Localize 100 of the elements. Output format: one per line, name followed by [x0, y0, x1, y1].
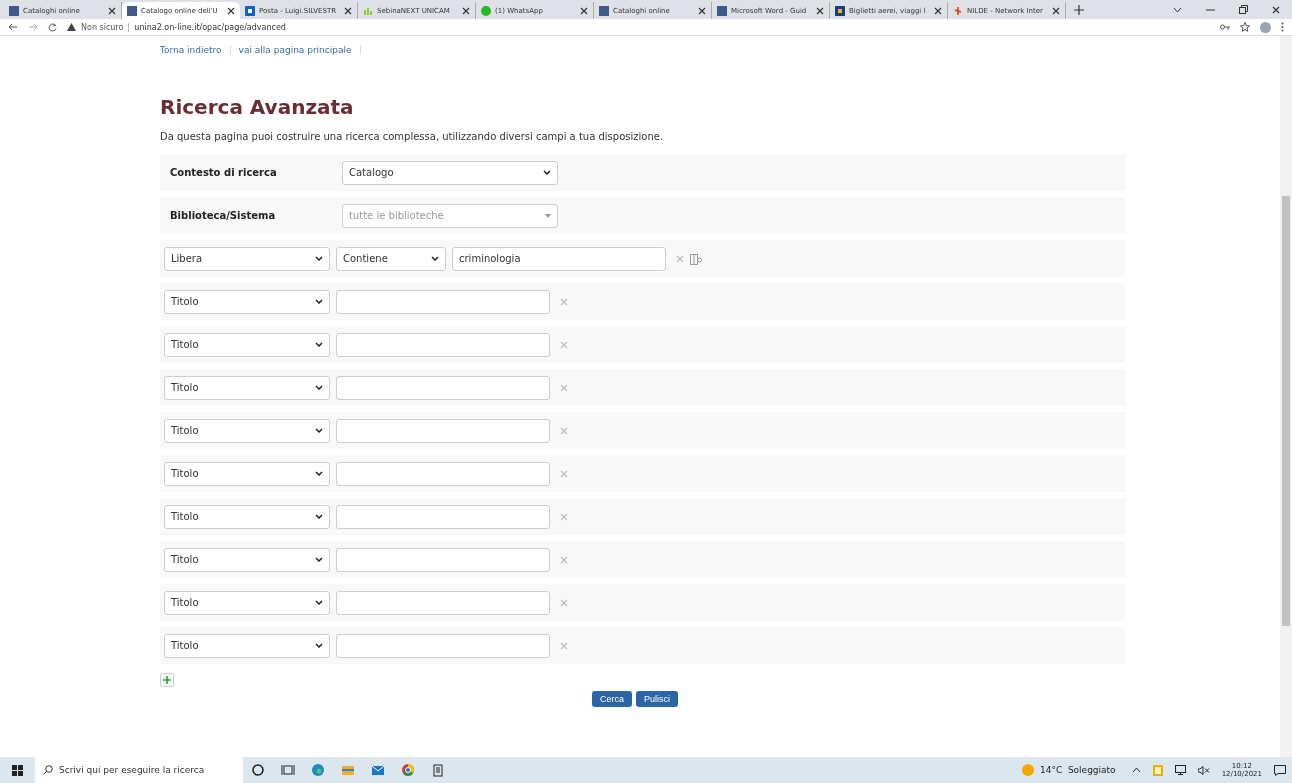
- key-icon[interactable]: [1220, 24, 1230, 30]
- text-input[interactable]: [336, 418, 550, 443]
- caret-down-icon: [315, 557, 323, 562]
- close-icon[interactable]: [934, 6, 942, 15]
- remove-icon[interactable]: [560, 383, 568, 392]
- text-input[interactable]: [336, 375, 550, 400]
- add-row-button[interactable]: [160, 673, 174, 687]
- square-favicon-icon: [9, 5, 19, 16]
- text-input[interactable]: [336, 332, 550, 357]
- caret-down-icon: [315, 342, 323, 347]
- circle-icon[interactable]: [251, 763, 265, 777]
- text-input[interactable]: [336, 461, 550, 486]
- caret-down-icon: [431, 256, 439, 261]
- close-icon[interactable]: [108, 6, 116, 15]
- caret-down-icon: [315, 428, 323, 433]
- speaker-muted-icon[interactable]: [1197, 765, 1210, 775]
- select-field[interactable]: Titolo: [164, 418, 330, 443]
- select-field[interactable]: Catalogo: [342, 160, 558, 185]
- text-input[interactable]: [336, 289, 550, 314]
- square-favicon-icon: [835, 5, 845, 16]
- monitor-icon[interactable]: [1174, 765, 1186, 775]
- select-field[interactable]: Titolo: [164, 504, 330, 529]
- warning-icon: [67, 23, 76, 31]
- star-icon[interactable]: [1240, 22, 1250, 32]
- caret-down-icon: [315, 256, 323, 261]
- remove-icon[interactable]: [560, 598, 568, 607]
- remove-icon[interactable]: [560, 469, 568, 478]
- restore-icon[interactable]: [1239, 5, 1248, 14]
- field-label: Contesto di ricerca: [169, 167, 278, 178]
- triangle-down-icon: [545, 213, 551, 218]
- square-favicon-icon: [599, 5, 609, 16]
- chrome-icon[interactable]: [401, 763, 415, 777]
- search-icon: [43, 765, 53, 775]
- nav-link[interactable]: Torna indietro: [160, 45, 231, 55]
- select-field[interactable]: Titolo: [164, 332, 330, 357]
- page-title: Ricerca Avanzata: [160, 95, 355, 119]
- caret-down-icon: [543, 170, 551, 175]
- browser-icon[interactable]: [311, 763, 325, 777]
- nav-link[interactable]: vai alla pagina principale: [230, 45, 361, 55]
- menu-icon[interactable]: [1281, 22, 1284, 32]
- text-input[interactable]: [336, 504, 550, 529]
- select-field[interactable]: Titolo: [164, 461, 330, 486]
- circle-icon: [481, 5, 491, 16]
- select-field[interactable]: Contiene: [336, 246, 446, 271]
- chevron-down-icon[interactable]: [1173, 6, 1182, 13]
- close-icon[interactable]: [580, 6, 588, 15]
- profile-avatar[interactable]: [1260, 21, 1271, 33]
- text-input[interactable]: [336, 590, 550, 615]
- taskbar-search-field[interactable]: Scrivi qui per eseguire la ricerca: [35, 757, 243, 783]
- caret-down-icon: [315, 385, 323, 390]
- remove-icon[interactable]: [676, 254, 684, 263]
- close-icon[interactable]: [1052, 6, 1060, 15]
- notepad-icon[interactable]: [1152, 764, 1163, 776]
- action-button[interactable]: Cerca: [592, 691, 632, 707]
- windows-start-icon[interactable]: [12, 764, 23, 776]
- close-icon[interactable]: [462, 6, 470, 15]
- select-field[interactable]: Titolo: [164, 590, 330, 615]
- forward-arrow-icon[interactable]: [28, 23, 38, 31]
- intro-text: Da questa pagina puoi costruire una ricerca complessa, utilizzando diversi campi a tua disposizione.: [160, 131, 665, 142]
- sun-icon: [1021, 764, 1034, 776]
- text-input[interactable]: criminologia: [452, 246, 666, 271]
- square-favicon-icon: [717, 5, 727, 16]
- scrollbar-thumb[interactable]: [1282, 196, 1290, 626]
- select-field[interactable]: Titolo: [164, 289, 330, 314]
- select-field[interactable]: Titolo: [164, 375, 330, 400]
- scrollbar[interactable]: [1280, 36, 1292, 757]
- document-icon[interactable]: [431, 763, 445, 777]
- close-icon[interactable]: [344, 6, 352, 15]
- address-bar[interactable]: Non sicuro unina2.on-line.it/opac/page/advanced: [67, 20, 1210, 34]
- folder-icon[interactable]: [341, 763, 355, 777]
- remove-icon[interactable]: [560, 555, 568, 564]
- plus-icon: [163, 676, 171, 684]
- close-icon[interactable]: [1272, 5, 1280, 14]
- field-label: Biblioteca/Sistema: [169, 210, 277, 221]
- url-text: unina2.on-line.it/opac/page/advanced: [134, 22, 286, 32]
- select-field[interactable]: Libera: [164, 246, 330, 271]
- chevron-up-icon[interactable]: [1131, 767, 1141, 773]
- mail-icon[interactable]: [371, 763, 385, 777]
- text-input[interactable]: [336, 547, 550, 572]
- remove-icon[interactable]: [560, 340, 568, 349]
- action-button[interactable]: Pulisci: [636, 691, 679, 707]
- text-input[interactable]: [336, 633, 550, 658]
- weather-text[interactable]: 14°C Soleggiato: [1039, 765, 1116, 775]
- book-icon[interactable]: [690, 252, 702, 265]
- notification-icon[interactable]: [1274, 764, 1286, 776]
- square-favicon-icon: [127, 5, 137, 16]
- reload-icon[interactable]: [48, 22, 57, 32]
- back-arrow-icon[interactable]: [8, 23, 18, 31]
- minimize-icon[interactable]: [1206, 8, 1215, 11]
- remove-icon[interactable]: [560, 297, 568, 306]
- remove-icon[interactable]: [560, 512, 568, 521]
- select-field[interactable]: Titolo: [164, 633, 330, 658]
- close-icon[interactable]: [698, 6, 706, 15]
- new-tab-icon[interactable]: [1074, 5, 1084, 15]
- remove-icon[interactable]: [560, 641, 568, 650]
- close-icon[interactable]: [816, 6, 824, 15]
- close-icon[interactable]: [227, 6, 235, 15]
- select-field[interactable]: Titolo: [164, 547, 330, 572]
- remove-icon[interactable]: [560, 426, 568, 435]
- task-view-icon[interactable]: [281, 763, 295, 777]
